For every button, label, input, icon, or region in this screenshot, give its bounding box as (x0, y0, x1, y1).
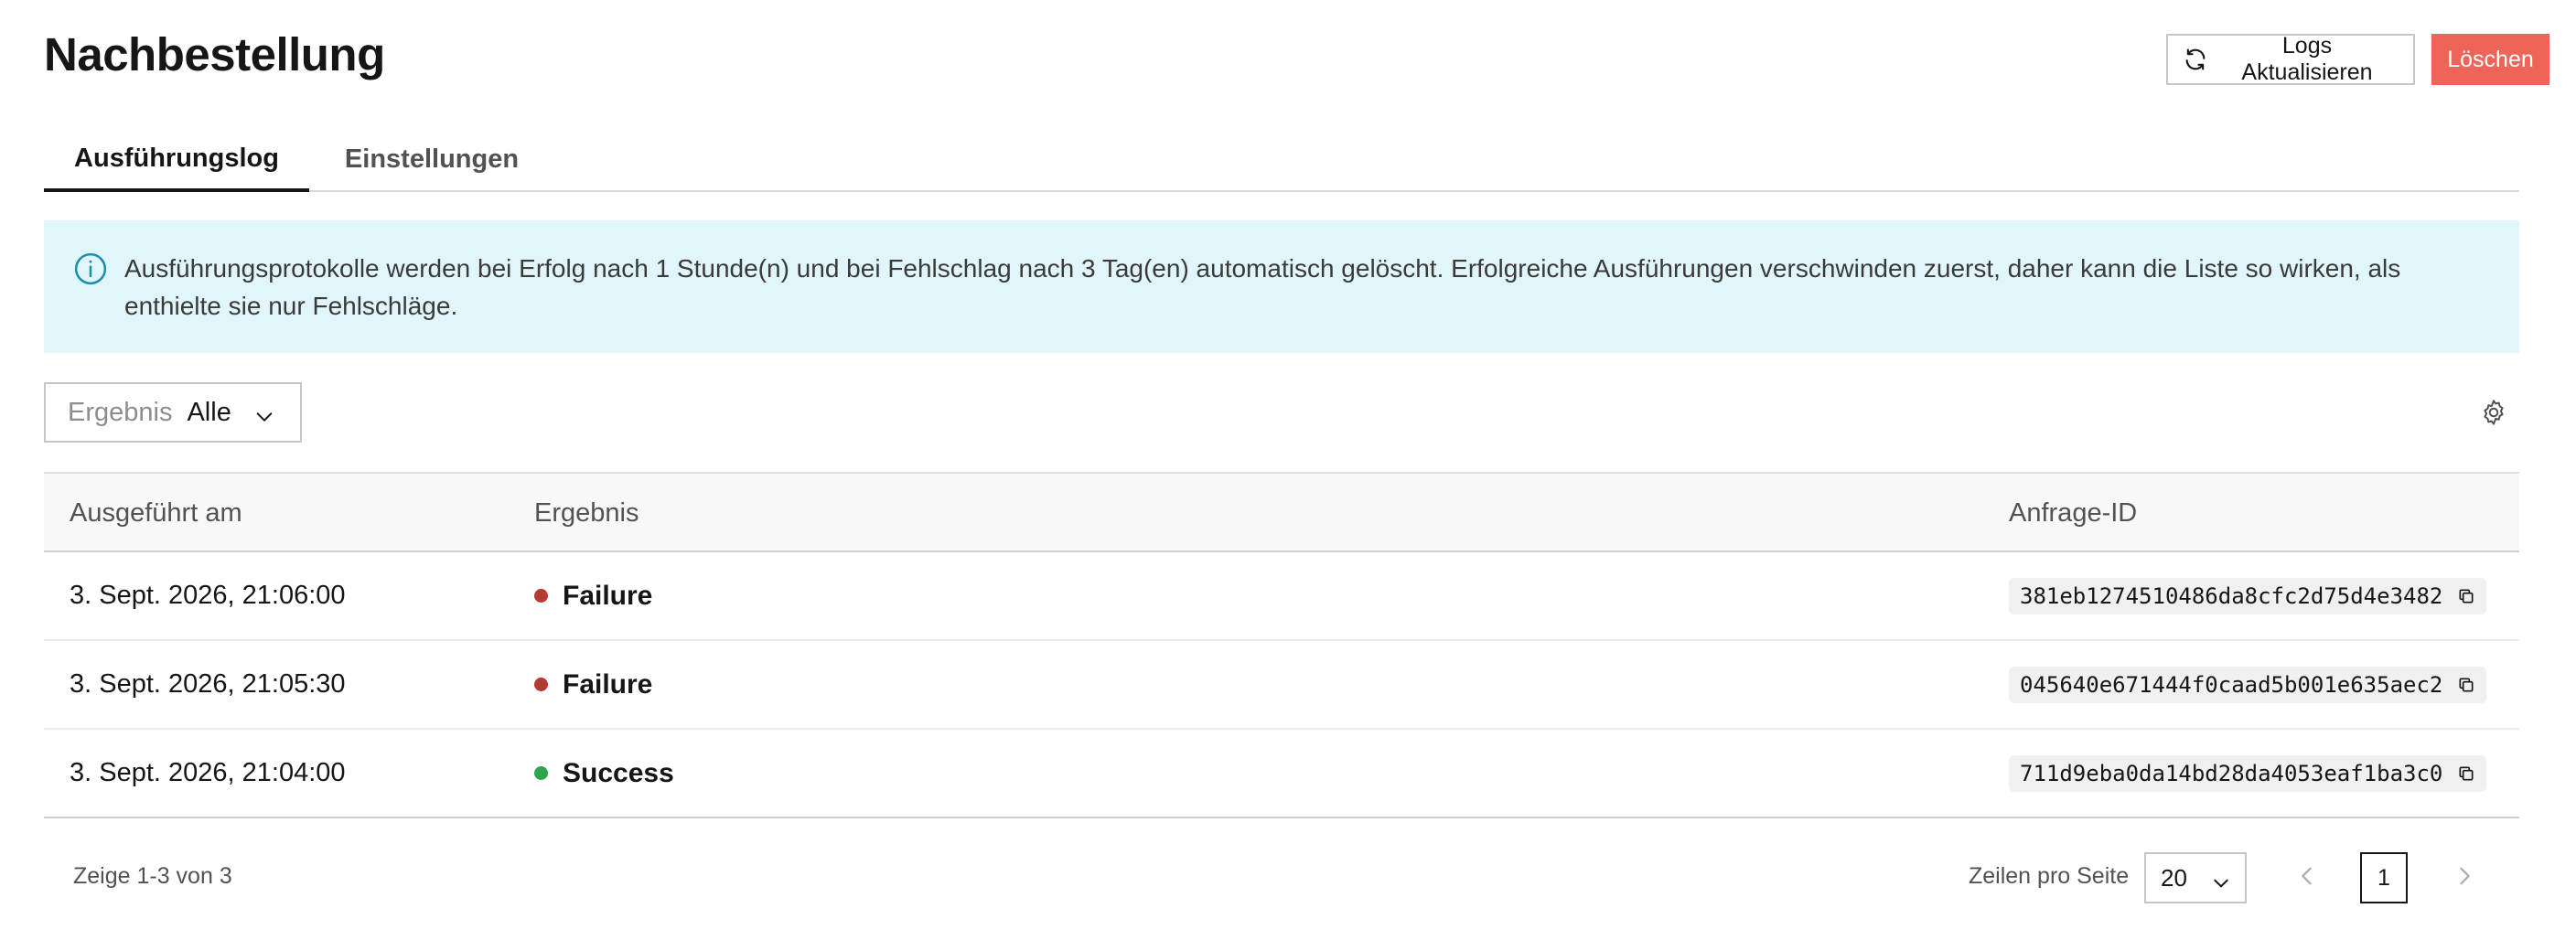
refresh-logs-label: Logs Aktualisieren (2241, 33, 2373, 85)
rows-per-page-value: 20 (2161, 863, 2187, 892)
column-header-executed-at: Ausgeführt am (70, 497, 242, 528)
status-dot (534, 589, 548, 603)
header-actions: Logs Aktualisieren Löschen (2166, 33, 2549, 85)
info-icon (73, 251, 108, 286)
refresh-logs-button[interactable]: Logs Aktualisieren (2166, 33, 2415, 85)
table-row[interactable]: 3. Sept. 2026, 21:04:00 Success 711d9eba… (44, 730, 2519, 818)
result-cell: Failure (534, 641, 652, 728)
delete-button[interactable]: Löschen (2431, 34, 2549, 85)
table-row[interactable]: 3. Sept. 2026, 21:05:30 Failure 045640e6… (44, 641, 2519, 730)
page: Nachbestellung Logs Aktualisieren Lösche… (0, 0, 2576, 951)
result-filter-value: Alle (187, 397, 231, 427)
notice-text: Ausführungsprotokolle werden bei Erfolg … (124, 254, 2401, 320)
copy-icon[interactable] (2457, 676, 2475, 694)
request-id-text: 045640e671444f0caad5b001e635aec2 (2020, 671, 2443, 698)
table-header: Ausgeführt am Ergebnis Anfrage-ID (44, 472, 2519, 552)
result-cell: Failure (534, 552, 652, 639)
execution-log-table: Ausgeführt am Ergebnis Anfrage-ID 3. Sep… (44, 472, 2519, 818)
next-page-icon[interactable] (2452, 863, 2477, 889)
request-id-code: 045640e671444f0caad5b001e635aec2 (2009, 666, 2487, 703)
page-number-button[interactable]: 1 (2360, 852, 2408, 903)
executed-at-cell: 3. Sept. 2026, 21:06:00 (70, 581, 346, 610)
result-filter-label: Ergebnis (68, 397, 173, 427)
request-id-code: 381eb1274510486da8cfc2d75d4e3482 (2009, 577, 2487, 614)
tab-bar: Ausführungslog Einstellungen (44, 128, 2519, 192)
refresh-icon (2183, 47, 2208, 72)
pagination-bar: Zeige 1-3 von 3 Zeilen pro Seite 20 1 (44, 823, 2519, 933)
result-cell: Success (534, 730, 674, 817)
result-label: Success (563, 757, 674, 788)
copy-icon[interactable] (2457, 764, 2475, 783)
status-dot (534, 678, 548, 691)
request-id-code: 711d9eba0da14bd28da4053eaf1ba3c0 (2009, 754, 2487, 792)
status-dot (534, 766, 548, 780)
executed-at-cell: 3. Sept. 2026, 21:05:30 (70, 669, 346, 699)
previous-page-icon[interactable] (2294, 863, 2320, 889)
chevron-down-icon (2212, 871, 2230, 889)
page-title: Nachbestellung (44, 28, 385, 80)
request-id-text: 711d9eba0da14bd28da4053eaf1ba3c0 (2020, 760, 2443, 786)
gear-icon[interactable] (2479, 398, 2508, 427)
chevron-down-icon (254, 404, 274, 424)
request-id-cell: 045640e671444f0caad5b001e635aec2 (2009, 641, 2487, 728)
column-header-request-id: Anfrage-ID (2009, 497, 2138, 528)
rows-per-page-label: Zeilen pro Seite (1969, 863, 2130, 889)
showing-count: Zeige 1-3 von 3 (73, 863, 232, 889)
rows-per-page-select[interactable]: 20 (2144, 852, 2247, 903)
result-label: Failure (563, 668, 653, 700)
request-id-text: 381eb1274510486da8cfc2d75d4e3482 (2020, 582, 2443, 609)
column-header-result: Ergebnis (534, 497, 639, 528)
request-id-cell: 711d9eba0da14bd28da4053eaf1ba3c0 (2009, 730, 2487, 817)
executed-at-cell: 3. Sept. 2026, 21:04:00 (70, 758, 346, 787)
retention-notice: Ausführungsprotokolle werden bei Erfolg … (44, 220, 2519, 353)
tab-settings[interactable]: Einstellungen (324, 128, 540, 190)
tab-execution-log[interactable]: Ausführungslog (44, 128, 309, 192)
copy-icon[interactable] (2457, 587, 2475, 605)
result-label: Failure (563, 580, 653, 611)
table-row[interactable]: 3. Sept. 2026, 21:06:00 Failure 381eb127… (44, 552, 2519, 641)
result-filter-dropdown[interactable]: Ergebnis Alle (44, 382, 302, 443)
request-id-cell: 381eb1274510486da8cfc2d75d4e3482 (2009, 552, 2487, 639)
